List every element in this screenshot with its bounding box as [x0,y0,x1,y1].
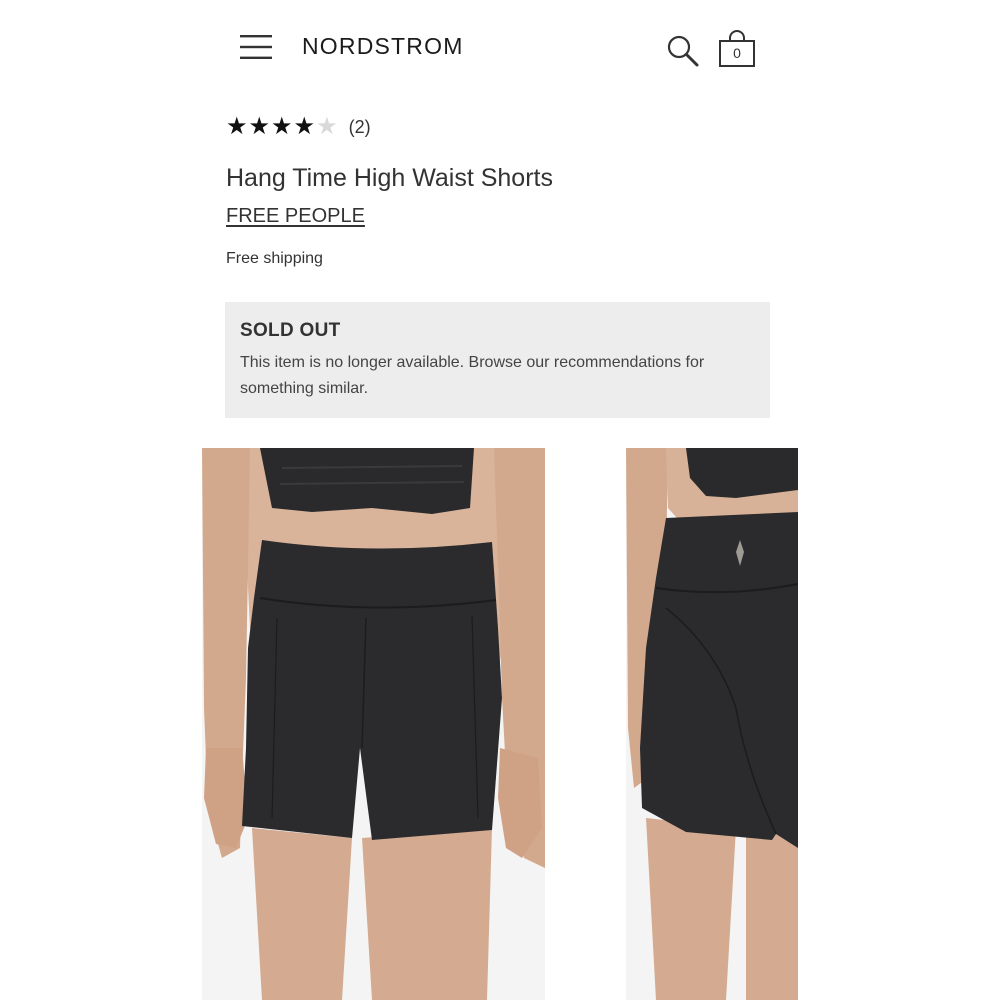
star-filled-icon: ★ [248,113,271,140]
star-filled-icon: ★ [226,113,248,140]
star-filled-icon: ★ [271,113,293,140]
product-title: Hang Time High Waist Shorts [226,164,553,192]
star-empty-icon: ★ [316,113,338,140]
nordstrom-logo[interactable]: NORDSTROM [302,33,464,60]
hamburger-menu-icon[interactable] [238,33,274,61]
rating-stars: ★★★★★ [226,115,339,139]
product-page: NORDSTROM 0 ★★★★★ (2) Hang Time High Wai… [0,0,1000,1000]
product-image-back[interactable] [626,448,798,1000]
bag-count-badge: 0 [733,45,741,61]
brand-link[interactable]: FREE PEOPLE [226,205,365,228]
sold-out-banner: SOLD OUT This item is no longer availabl… [225,302,770,418]
shopping-bag-button[interactable]: 0 [717,30,757,68]
sold-out-title: SOLD OUT [240,320,341,341]
search-icon[interactable] [666,34,700,68]
product-image-front[interactable] [202,448,545,1000]
product-rating[interactable]: ★★★★★ (2) [226,114,371,140]
sold-out-message: This item is no longer available. Browse… [240,354,705,397]
site-header: NORDSTROM 0 [0,0,1000,96]
review-count[interactable]: (2) [349,117,371,138]
star-filled-icon: ★ [293,113,316,140]
shipping-info: Free shipping [226,250,323,267]
